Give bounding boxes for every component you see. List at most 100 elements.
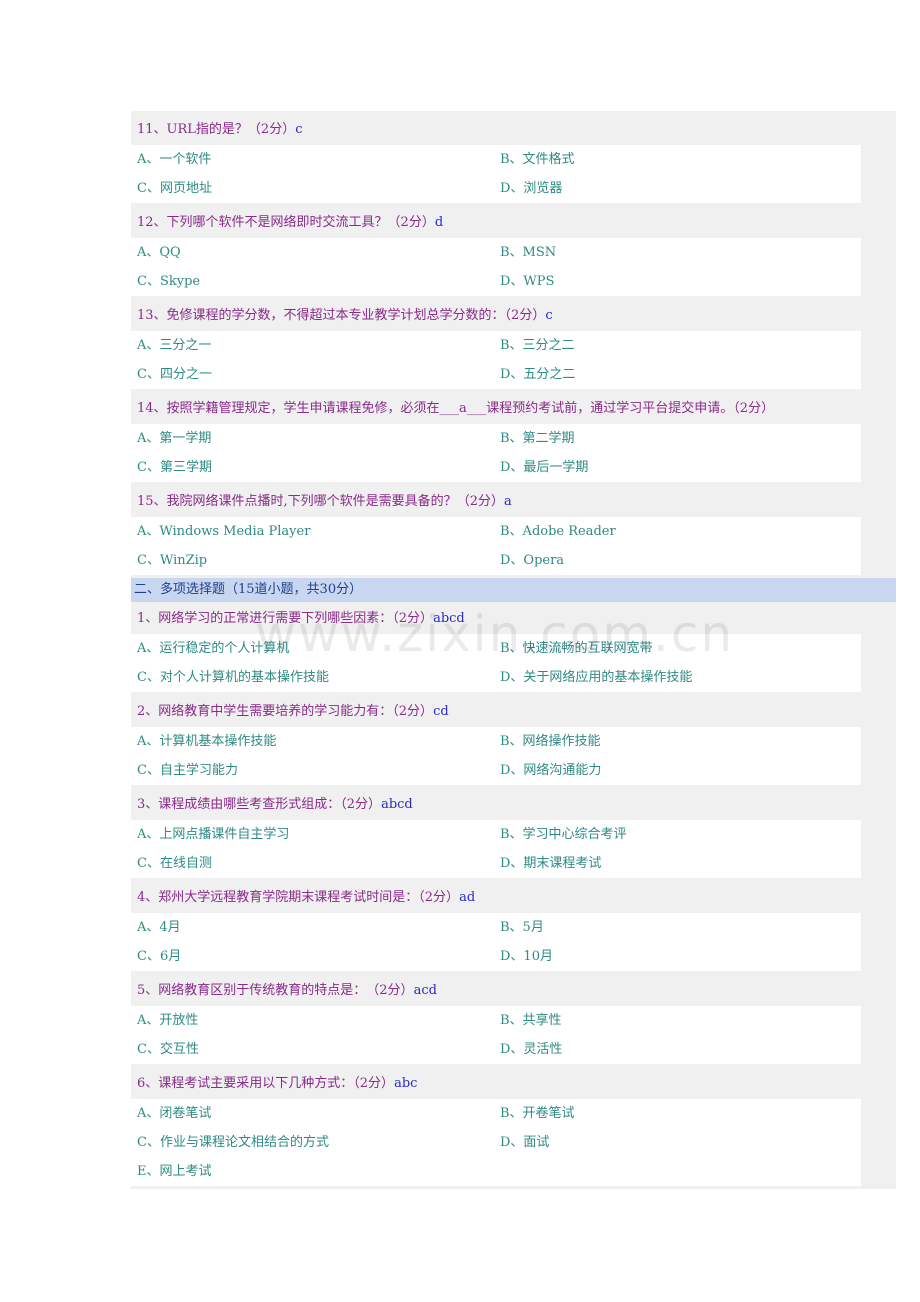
question-answer: abcd bbox=[381, 797, 413, 812]
option-c: C、在线自测 bbox=[137, 856, 212, 871]
option-b: B、Adobe Reader bbox=[500, 524, 616, 539]
option-c: C、自主学习能力 bbox=[137, 763, 238, 778]
question-score: （2分） bbox=[387, 215, 435, 230]
option-b: B、学习中心综合考评 bbox=[500, 827, 627, 842]
question-title: 2、网络教育中学生需要培养的学习能力有：（2分）cd bbox=[131, 697, 896, 727]
option-b: B、网络操作技能 bbox=[500, 734, 601, 749]
option-b: B、共享性 bbox=[500, 1013, 562, 1028]
options: A、一个软件 B、文件格式 C、网页地址 D、浏览器 bbox=[131, 145, 861, 203]
question-title: 12、下列哪个软件不是网络即时交流工具？（2分）d bbox=[131, 208, 896, 238]
option-d: D、最后一学期 bbox=[500, 460, 589, 475]
option-a: A、三分之一 bbox=[137, 338, 212, 353]
question-score: （2分） bbox=[418, 890, 460, 905]
question-15: 15、我院网络课件点播时,下列哪个软件是需要具备的？（2分）a A、Window… bbox=[131, 487, 896, 575]
question-score: （2分） bbox=[247, 122, 296, 137]
option-d: D、浏览器 bbox=[500, 181, 563, 196]
options: A、第一学期 B、第二学期 C、第三学期 D、最后一学期 bbox=[131, 424, 861, 482]
question-title: 14、按照学籍管理规定，学生申请课程免修，必须在___a___课程预约考试前，通… bbox=[131, 394, 896, 424]
question-answer: abc bbox=[394, 1076, 418, 1091]
question-title: 5、网络教育区别于传统教育的特点是： （2分）acd bbox=[131, 976, 896, 1006]
options: A、计算机基本操作技能 B、网络操作技能 C、自主学习能力 D、网络沟通能力 bbox=[131, 727, 861, 785]
multi-question-3: 3、课程成绩由哪些考查形式组成：（2分）abcd A、上网点播课件自主学习 B、学… bbox=[131, 790, 896, 878]
option-c: C、作业与课程论文相结合的方式 bbox=[137, 1135, 329, 1150]
option-c: C、四分之一 bbox=[137, 367, 212, 382]
section-header: 二、多项选择题（15道小题，共30分） bbox=[131, 578, 896, 602]
option-a: A、计算机基本操作技能 bbox=[137, 734, 277, 749]
option-c: C、对个人计算机的基本操作技能 bbox=[137, 670, 329, 685]
question-text: 3、课程成绩由哪些考查形式组成： bbox=[137, 797, 341, 812]
option-d: D、面试 bbox=[500, 1135, 550, 1150]
option-a: A、4月 bbox=[137, 920, 181, 935]
option-e: E、网上考试 bbox=[137, 1164, 212, 1179]
question-title: 3、课程成绩由哪些考查形式组成：（2分）abcd bbox=[131, 790, 896, 820]
question-answer: acd bbox=[413, 983, 437, 998]
option-b: B、开卷笔试 bbox=[500, 1106, 575, 1121]
option-c: C、第三学期 bbox=[137, 460, 212, 475]
question-answer: d bbox=[434, 215, 444, 230]
option-a: A、Windows Media Player bbox=[137, 524, 311, 539]
watermark: www.zixin.com.cn bbox=[255, 605, 735, 663]
question-score: （2分） bbox=[353, 1076, 395, 1091]
question-text: 4、郑州大学远程教育学院期末课程考试时间是： bbox=[137, 890, 419, 905]
options: A、4月 B、5月 C、6月 D、10月 bbox=[131, 913, 861, 971]
question-title: 13、免修课程的学分数，不得超过本专业教学计划总学分数的：（2分）c bbox=[131, 301, 896, 331]
multi-question-4: 4、郑州大学远程教育学院期末课程考试时间是：（2分）ad A、4月 B、5月 C、… bbox=[131, 883, 896, 971]
option-d: D、期末课程考试 bbox=[500, 856, 602, 871]
question-14: 14、按照学籍管理规定，学生申请课程免修，必须在___a___课程预约考试前，通… bbox=[131, 394, 896, 482]
question-text: 15、我院网络课件点播时,下列哪个软件是需要具备的？ bbox=[137, 494, 457, 509]
option-a: A、一个软件 bbox=[137, 152, 212, 167]
question-text: 6、课程考试主要采用以下几种方式： bbox=[137, 1076, 354, 1091]
option-c: C、Skype bbox=[137, 274, 201, 289]
options: A、开放性 B、共享性 C、交互性 D、灵活性 bbox=[131, 1006, 861, 1064]
options: A、闭卷笔试 B、开卷笔试 C、作业与课程论文相结合的方式 D、面试 E、网上考试 bbox=[131, 1099, 861, 1186]
option-c: C、WinZip bbox=[137, 553, 208, 568]
question-title: 15、我院网络课件点播时,下列哪个软件是需要具备的？（2分）a bbox=[131, 487, 896, 517]
option-c: C、网页地址 bbox=[137, 181, 212, 196]
question-text: 13、免修课程的学分数，不得超过本专业教学计划总学分数的： bbox=[137, 308, 505, 323]
question-answer: ad bbox=[459, 890, 476, 905]
option-d: D、关于网络应用的基本操作技能 bbox=[500, 670, 693, 685]
option-d: D、网络沟通能力 bbox=[500, 763, 602, 778]
option-b: B、第二学期 bbox=[500, 431, 575, 446]
question-score: （2分） bbox=[456, 494, 504, 509]
options: A、上网点播课件自主学习 B、学习中心综合考评 C、在线自测 D、期末课程考试 bbox=[131, 820, 861, 878]
option-b: B、文件格式 bbox=[500, 152, 575, 167]
question-title: 11、URL指的是？（2分）c bbox=[131, 115, 896, 145]
question-answer: c bbox=[295, 122, 303, 137]
question-title: 4、郑州大学远程教育学院期末课程考试时间是：（2分）ad bbox=[131, 883, 896, 913]
question-text: 2、网络教育中学生需要培养的学习能力有： bbox=[137, 704, 393, 719]
option-d: D、五分之二 bbox=[500, 367, 576, 382]
question-12: 12、下列哪个软件不是网络即时交流工具？（2分）d A、QQ B、MSN C、Sk… bbox=[131, 208, 896, 296]
option-b: B、5月 bbox=[500, 920, 544, 935]
option-a: A、上网点播课件自主学习 bbox=[137, 827, 290, 842]
option-c: C、交互性 bbox=[137, 1042, 199, 1057]
multi-question-5: 5、网络教育区别于传统教育的特点是： （2分）acd A、开放性 B、共享性 C、… bbox=[131, 976, 896, 1064]
option-d: D、Opera bbox=[500, 553, 565, 568]
option-d: D、10月 bbox=[500, 949, 553, 964]
question-13: 13、免修课程的学分数，不得超过本专业教学计划总学分数的：（2分）c A、三分之… bbox=[131, 301, 896, 389]
option-d: D、灵活性 bbox=[500, 1042, 563, 1057]
question-score: （2分） bbox=[372, 983, 414, 998]
option-b: B、MSN bbox=[500, 245, 557, 260]
options: A、QQ B、MSN C、Skype D、WPS bbox=[131, 238, 861, 296]
option-b: B、三分之二 bbox=[500, 338, 575, 353]
options: A、Windows Media Player B、Adobe Reader C、W… bbox=[131, 517, 861, 575]
question-answer: cd bbox=[433, 704, 449, 719]
multi-question-6: 6、课程考试主要采用以下几种方式：（2分）abc A、闭卷笔试 B、开卷笔试 C、… bbox=[131, 1069, 896, 1186]
question-text: 11、URL指的是？ bbox=[137, 122, 248, 137]
question-title: 6、课程考试主要采用以下几种方式：（2分）abc bbox=[131, 1069, 896, 1099]
options: A、三分之一 B、三分之二 C、四分之一 D、五分之二 bbox=[131, 331, 861, 389]
option-a: A、QQ bbox=[137, 245, 181, 260]
multi-question-2: 2、网络教育中学生需要培养的学习能力有：（2分）cd A、计算机基本操作技能 B、… bbox=[131, 697, 896, 785]
question-score: （2分） bbox=[340, 797, 382, 812]
question-score: （2分） bbox=[504, 308, 546, 323]
question-text: 12、下列哪个软件不是网络即时交流工具？ bbox=[137, 215, 388, 230]
option-a: A、闭卷笔试 bbox=[137, 1106, 212, 1121]
question-score: （2分） bbox=[392, 704, 434, 719]
option-a: A、开放性 bbox=[137, 1013, 199, 1028]
option-d: D、WPS bbox=[500, 274, 555, 289]
question-answer: a bbox=[503, 494, 512, 509]
question-text: 14、按照学籍管理规定，学生申请课程免修，必须在___a___课程预约考试前，通… bbox=[137, 401, 775, 416]
question-11: 11、URL指的是？（2分）c A、一个软件 B、文件格式 C、网页地址 D、浏览器 bbox=[131, 115, 896, 203]
option-a: A、第一学期 bbox=[137, 431, 212, 446]
